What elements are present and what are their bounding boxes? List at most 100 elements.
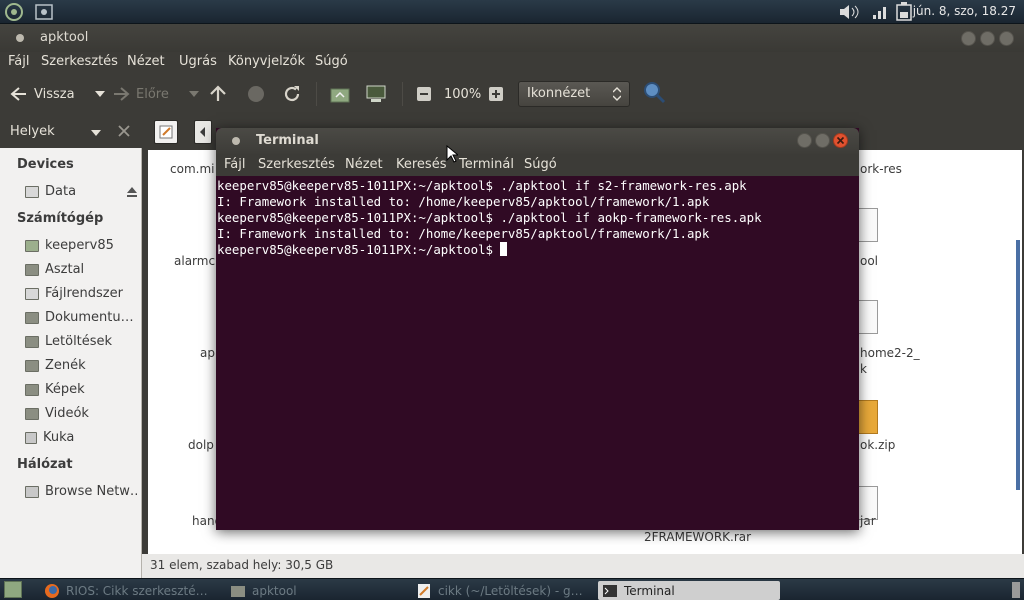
file-item[interactable]: com.mi [170,162,214,176]
sidebar-item-label: Data [45,184,77,199]
volume-icon[interactable] [838,4,860,20]
window-title: apktool [40,30,89,45]
taskbar-item-files[interactable]: apktool [226,581,406,600]
path-left-button[interactable] [194,120,212,144]
stop-button[interactable] [246,82,266,106]
menu-terminal[interactable]: Terminál [459,157,514,172]
workspace-switcher[interactable] [1012,582,1020,598]
network-icon [25,485,39,498]
file-item[interactable]: alarmc [174,254,215,268]
computer-button[interactable] [365,82,387,106]
close-button[interactable] [833,133,848,148]
menu-help[interactable]: Súgó [524,157,557,172]
reload-button[interactable] [282,82,302,106]
taskbar: RIOS: Cikk szerkeszté… apktool cikk (~/L… [0,578,1024,600]
menu-view[interactable]: Nézet [127,54,165,69]
computer-icon [366,85,386,102]
menu-file[interactable]: Fájl [8,54,29,69]
sidebar-item-browse-network[interactable]: Browse Netw… [25,484,137,499]
taskbar-item-label: Terminal [624,583,675,598]
sidebar-item-label: Browse Netw… [45,484,137,499]
sidebar-item-filesystem[interactable]: Fájlrendszer [25,286,137,301]
sidebar-item-desktop[interactable]: Asztal [25,262,137,277]
top-panel: jún. 8, szo, 18.27 [0,0,1024,24]
back-button[interactable]: Vissza [10,82,105,106]
zoom-out-button[interactable] [416,82,432,106]
toggle-location-button[interactable] [154,120,178,144]
sidebar-item-label: Fájlrendszer [45,286,123,301]
close-sidebar-icon[interactable] [118,125,130,137]
system-settings-icon[interactable] [34,2,54,22]
sidebar-item-downloads[interactable]: Letöltések [25,334,137,349]
file-item[interactable]: ool [860,254,878,268]
menu-edit[interactable]: Szerkesztés [258,157,335,172]
terminal-output[interactable]: keeperv85@keeperv85-1011PX:~/apktool$ ./… [216,176,859,530]
file-item[interactable]: k [860,362,867,376]
menu-search[interactable]: Keresés [396,157,446,172]
file-item[interactable]: ok.zip [860,438,895,452]
maximize-button[interactable] [815,133,830,148]
sidebar-item-data[interactable]: Data [25,184,137,199]
home-folder-icon [330,88,350,103]
taskbar-item-editor[interactable]: cikk (~/Letöltések) - g… [412,581,592,600]
sidebar-places-label[interactable]: Helyek [10,124,55,139]
zoom-level: 100% [444,82,481,106]
taskbar-item-terminal[interactable]: Terminal [598,581,780,600]
zoom-out-icon [417,87,431,101]
search-button[interactable] [642,80,666,104]
terminal-prompt-line[interactable]: keeperv85@keeperv85-1011PX:~/apktool$ [217,242,858,258]
scrollbar[interactable] [1016,240,1020,490]
taskbar-item-browser[interactable]: RIOS: Cikk szerkeszté… [40,581,220,600]
menu-file[interactable]: Fájl [224,157,245,172]
menu-go[interactable]: Ugrás [179,54,217,69]
sidebar-item-label: Videók [45,406,89,421]
window-titlebar[interactable]: apktool [0,24,1024,52]
sidebar-item-documents[interactable]: Dokumentu… [25,310,137,325]
show-desktop-button[interactable] [4,581,22,598]
terminal-titlebar[interactable]: Terminal [216,128,859,154]
signal-icon[interactable] [872,4,890,20]
sidebar-item-home[interactable]: keeperv85 [25,238,137,253]
maximize-button[interactable] [980,31,995,46]
terminal-line: keeperv85@keeperv85-1011PX:~/apktool$ ./… [217,210,762,225]
zoom-in-button[interactable] [488,82,504,106]
app-launcher-icon[interactable] [4,2,26,22]
spinner-arrows-icon [613,87,621,101]
sidebar-item-music[interactable]: Zenék [25,358,137,373]
home-folder-icon [25,239,39,252]
chevron-left-icon [200,127,205,137]
sidebar-section-network: Hálózat [17,457,73,472]
search-icon [644,82,666,104]
minimize-button[interactable] [797,133,812,148]
view-mode-select[interactable]: Ikonnézet [518,81,630,107]
close-button[interactable] [999,31,1014,46]
home-folder-button[interactable] [330,82,350,106]
file-item[interactable]: dolp [188,438,214,452]
forward-button[interactable]: Előre [112,82,199,106]
menu-bookmarks[interactable]: Könyvjelzők [228,54,305,69]
zoom-in-icon [489,87,503,101]
menu-help[interactable]: Súgó [315,54,348,69]
terminal-cursor [500,242,508,256]
window-menu-icon[interactable] [16,34,24,42]
forward-label: Előre [136,86,169,102]
text-editor-icon [418,583,430,598]
sidebar-item-pictures[interactable]: Képek [25,382,137,397]
file-item[interactable]: jar [860,514,876,528]
clock[interactable]: jún. 8, szo, 18.27 [913,4,1016,18]
window-menu-icon[interactable] [232,137,240,145]
chevron-down-icon [188,91,199,97]
up-button[interactable] [208,82,228,106]
sidebar-item-videos[interactable]: Videók [25,406,137,421]
statusbar: 31 elem, szabad hely: 30,5 GB [142,554,1024,578]
file-item[interactable]: 2FRAMEWORK.rar [644,530,751,544]
file-item[interactable]: ork-res [860,162,902,176]
minimize-button[interactable] [961,31,976,46]
menubar: Fájl Szerkesztés Nézet Ugrás Könyvjelzők… [0,52,1024,72]
menu-view[interactable]: Nézet [345,157,383,172]
taskbar-item-label: cikk (~/Letöltések) - g… [438,583,583,598]
menu-edit[interactable]: Szerkesztés [41,54,118,69]
folder-icon [25,263,39,276]
sidebar-item-trash[interactable]: Kuka [25,430,137,445]
file-item[interactable]: home2-2_ [860,346,920,360]
